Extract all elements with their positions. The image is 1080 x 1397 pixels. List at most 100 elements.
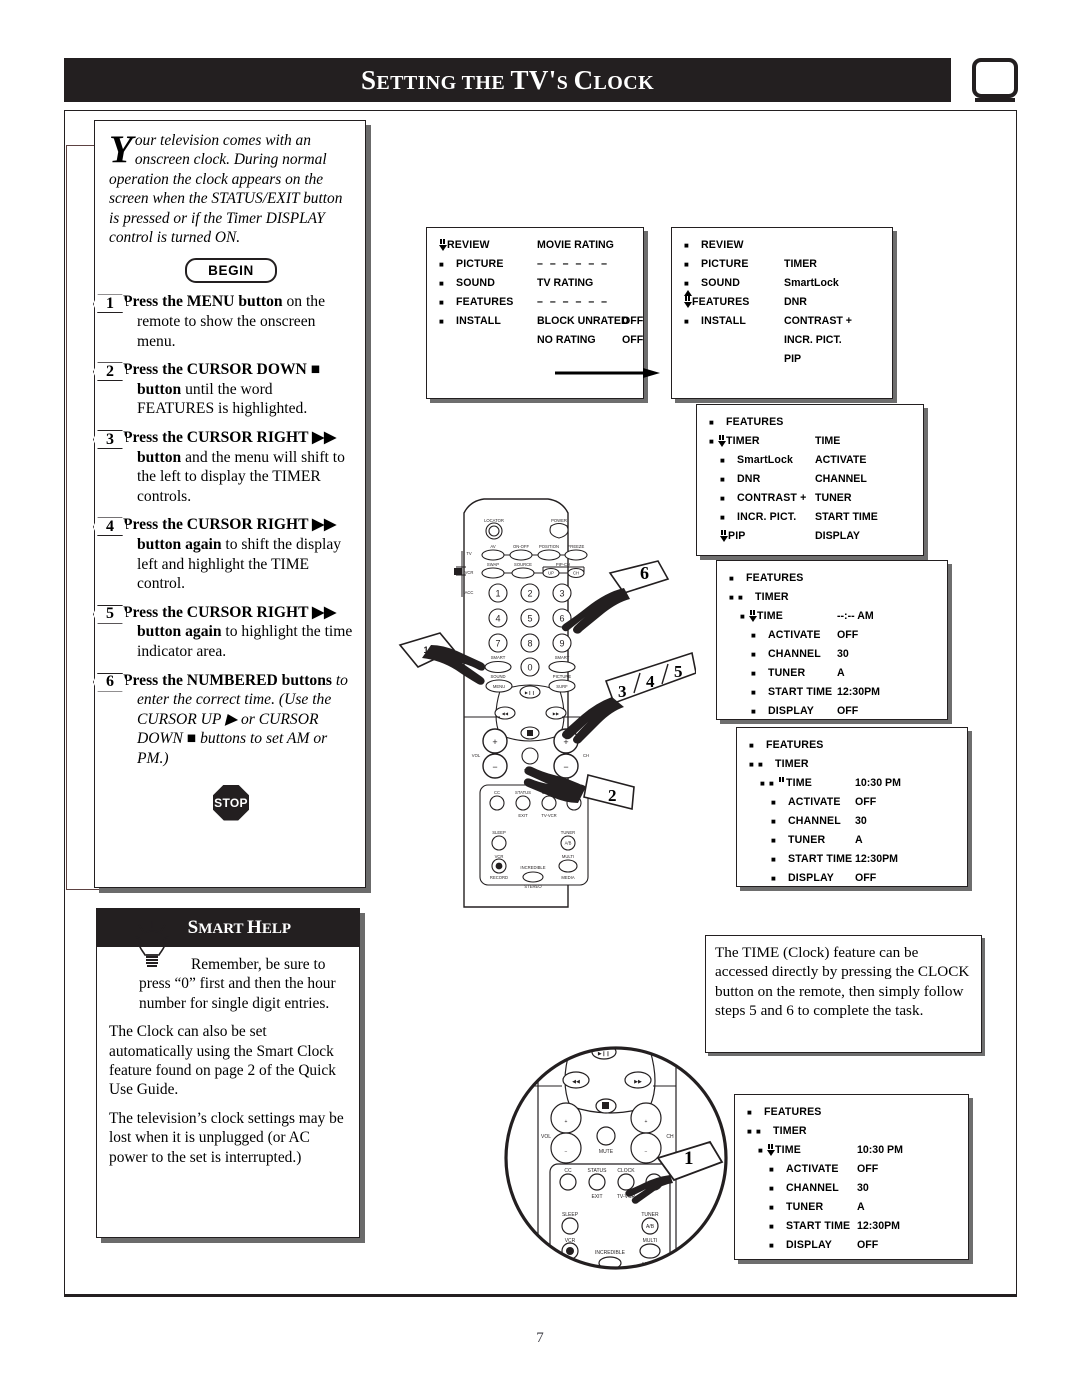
osd-bullet-icon: ■ xyxy=(709,437,714,446)
osd-bullet-icon: ■ xyxy=(740,612,745,621)
osd-row-label: FEATURES xyxy=(726,416,784,428)
osd-row-value: 12:30PM xyxy=(837,686,880,698)
svg-text:3: 3 xyxy=(618,682,627,701)
intro-text: our television comes with an onscreen cl… xyxy=(109,132,343,247)
osd-menu-time-set[interactable]: ■ FEATURES ■ ■ TIMER ■ ■ TIME ■ ACTIVATE ■ CHANNEL ■… xyxy=(736,727,968,887)
osd-row-label: START TIME xyxy=(788,853,853,865)
cursor-down-icon xyxy=(720,530,728,545)
osd-bullet-icon: ■ xyxy=(684,279,689,288)
osd-row[interactable]: ■ FEATURES xyxy=(709,416,923,435)
osd-row[interactable]: ■ ■ TIMER xyxy=(729,591,947,610)
sh-title-elp: ELP xyxy=(261,921,291,937)
osd-row-value: – – – – – – xyxy=(537,258,610,270)
step-4-number: 4 xyxy=(93,517,127,537)
svg-text:−: − xyxy=(645,1149,648,1155)
cursor-spacer xyxy=(760,667,768,682)
osd-row-value: START TIME xyxy=(815,511,878,523)
svg-text:3: 3 xyxy=(559,589,564,599)
cursor-updown-icon xyxy=(767,1144,775,1159)
page-title-tv: TV xyxy=(510,64,549,95)
osd-row-value: --:-- AM xyxy=(837,610,874,622)
svg-text:SURF: SURF xyxy=(556,684,568,689)
svg-text:CH: CH xyxy=(583,753,589,758)
cursor-spacer xyxy=(693,315,701,330)
osd-row-label: ACTIVATE xyxy=(788,796,841,808)
osd-row-label: CONTRAST + xyxy=(737,492,807,504)
svg-text:MEDIA: MEDIA xyxy=(561,875,574,880)
cursor-spacer xyxy=(778,1201,786,1216)
svg-text:SLEEP: SLEEP xyxy=(492,830,506,835)
osd-bullet-icon: ■ xyxy=(769,1184,774,1193)
svg-text:▶▶: ▶▶ xyxy=(553,711,560,716)
svg-text:+: + xyxy=(492,737,497,747)
page-title-s2: S xyxy=(556,71,574,94)
osd-bullet-icon: ■ xyxy=(749,760,754,769)
osd-row-label: SOUND xyxy=(701,277,741,289)
osd-row-value: CONTRAST + xyxy=(784,315,852,327)
step-3: 3 Press the CURSOR RIGHT ▶▶ button and t… xyxy=(93,428,353,506)
osd-row[interactable]: ■ FEATURES xyxy=(747,1106,968,1125)
osd-row-label: TIME xyxy=(775,1144,801,1156)
cursor-spacer xyxy=(693,258,701,273)
osd-bullet-icon: ■ xyxy=(749,741,754,750)
osd-bullet-icon: ■ xyxy=(769,1222,774,1231)
osd-row[interactable]: ■ FEATURES xyxy=(749,739,967,758)
osd-row-value: 12:30PM xyxy=(855,853,898,865)
cursor-spacer xyxy=(756,1106,764,1121)
osd-row-value: 10:30 PM xyxy=(855,777,901,789)
step-5-number: 5 xyxy=(93,604,127,624)
step-1-lead: Press the MENU button xyxy=(123,293,283,311)
osd-menu-time-confirmed[interactable]: ■ FEATURES ■ ■ TIMER ■ TIME ■ ACTIVATE ■ CHANNEL ■ T… xyxy=(734,1094,969,1260)
cursor-spacer xyxy=(778,1239,786,1254)
osd-row-label: REVIEW xyxy=(447,239,490,251)
sh-title-mart: MART xyxy=(198,921,248,937)
svg-text:4: 4 xyxy=(646,672,655,691)
osd-row[interactable]: ■ REVIEW xyxy=(684,239,892,258)
step-5: 5 Press the CURSOR RIGHT ▶▶ button again… xyxy=(93,603,353,662)
cursor-spacer xyxy=(760,705,768,720)
page-title-apostrophe: ' xyxy=(548,64,557,95)
osd-row[interactable]: ■ FEATURES xyxy=(729,572,947,591)
cursor-updown-icon xyxy=(718,435,726,450)
page-title-c: C xyxy=(573,64,594,95)
osd-row-label: INSTALL xyxy=(701,315,746,327)
osd-row-label: ACTIVATE xyxy=(786,1163,839,1175)
osd-menu-features[interactable]: ■ REVIEW ■ PICTURE ■ SOUND FEATURES ■ INSTALL TIM… xyxy=(671,227,893,399)
svg-text:▶❙❙: ▶❙❙ xyxy=(525,690,535,695)
svg-text:A/B: A/B xyxy=(646,1224,655,1230)
svg-text:EXIT: EXIT xyxy=(518,813,528,818)
intro-dropcap: Y xyxy=(109,128,133,171)
cursor-spacer xyxy=(729,454,737,469)
page-title-etting-the: ETTING THE xyxy=(376,71,511,94)
cursor-spacer xyxy=(765,1125,773,1140)
osd-row-label: TIMER xyxy=(755,591,789,603)
svg-text:SWAP: SWAP xyxy=(487,562,499,567)
osd-bullet-icon: ■ xyxy=(771,798,776,807)
osd-row-value: A xyxy=(837,667,845,679)
osd-row[interactable]: ■ ■ TIMER xyxy=(747,1125,968,1144)
tv-icon xyxy=(972,58,1018,102)
osd-row-label: PICTURE xyxy=(456,258,504,270)
osd-menu-time-empty[interactable]: ■ FEATURES ■ ■ TIMER ■ TIME ■ ACTIVATE ■ CHANNEL ■ T… xyxy=(716,560,948,720)
osd-row-label: START TIME xyxy=(768,686,833,698)
osd-row[interactable]: ■ ■ TIMER xyxy=(749,758,967,777)
osd-bullet-icon: ■ xyxy=(439,317,444,326)
cursor-spacer xyxy=(738,572,746,587)
osd-bullet-icon: ■ xyxy=(758,1146,763,1155)
svg-text:SMART: SMART xyxy=(491,655,506,660)
page-bottom-rule xyxy=(64,1295,1017,1297)
osd-bullet-icon: ■ xyxy=(769,1241,774,1250)
svg-text:VCR: VCR xyxy=(495,854,504,859)
cursor-spacer xyxy=(448,277,456,292)
osd-row-label: TIMER xyxy=(726,435,760,447)
svg-text:9: 9 xyxy=(559,639,564,649)
cursor-pause-icon xyxy=(778,777,786,792)
svg-text:STEREO: STEREO xyxy=(524,884,542,889)
cursor-spacer xyxy=(718,416,726,431)
osd-row-label: DISPLAY xyxy=(786,1239,832,1251)
osd-bullet-icon: ■ xyxy=(760,779,765,788)
osd-row-label: PICTURE xyxy=(701,258,749,270)
osd-bullet-icon: ■ xyxy=(771,874,776,883)
osd-menu-timer[interactable]: ■ FEATURES ■ TIMER ■ SmartLock ■ DNR ■ CONTRAST +… xyxy=(696,404,924,556)
osd-row-label: TUNER xyxy=(788,834,826,846)
